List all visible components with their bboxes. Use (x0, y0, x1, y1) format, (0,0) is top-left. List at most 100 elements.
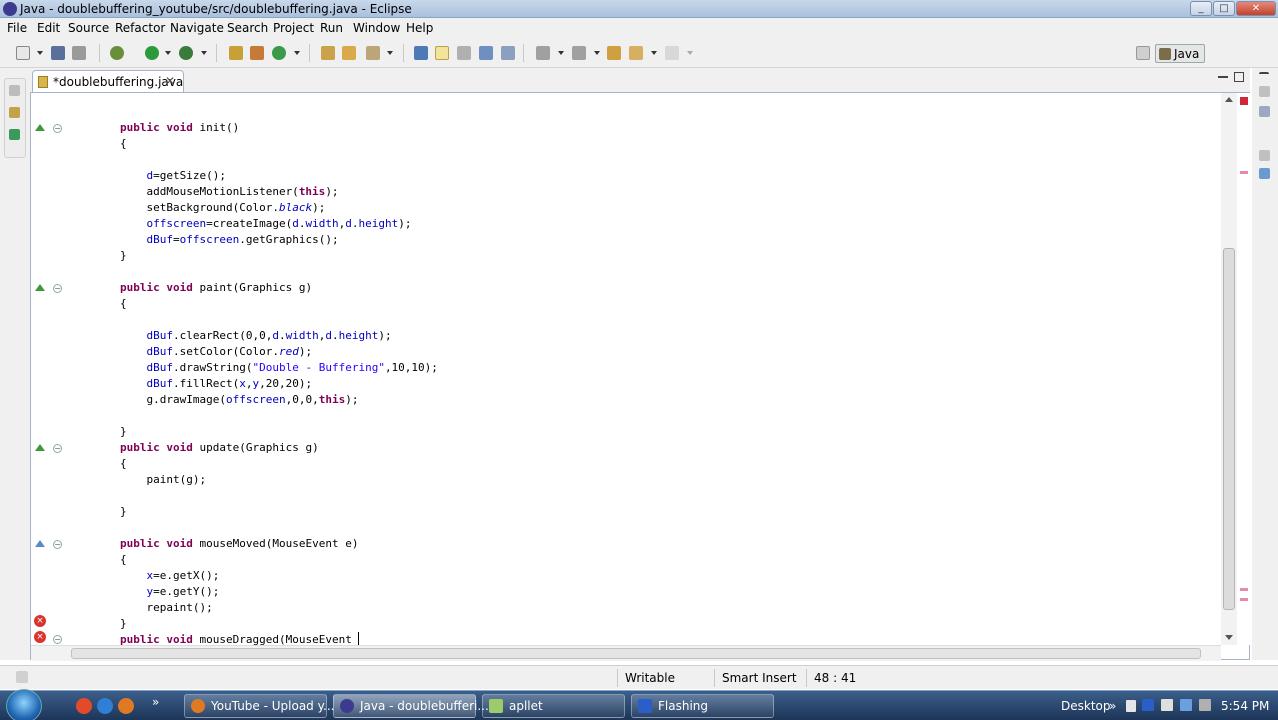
task-list-icon[interactable] (1259, 168, 1270, 179)
code-line[interactable]: public void update(Graphics g) (120, 440, 319, 456)
package-explorer-icon[interactable] (9, 107, 20, 118)
vertical-scroll-thumb[interactable] (1223, 248, 1235, 610)
print-icon[interactable] (72, 46, 86, 60)
editor-tab[interactable]: *doublebuffering.java ✕ (32, 70, 184, 92)
code-line[interactable]: dBuf=offscreen.getGraphics(); (120, 232, 339, 248)
vertical-scrollbar[interactable] (1221, 93, 1237, 645)
minimize-button[interactable]: _ (1190, 1, 1212, 16)
error-summary-icon[interactable] (1240, 97, 1248, 105)
mark-occurrences-icon[interactable] (435, 46, 449, 60)
language-icon[interactable] (1142, 699, 1154, 711)
new-class-icon[interactable] (272, 46, 286, 60)
back-icon[interactable] (629, 46, 643, 60)
scroll-up-icon[interactable] (1225, 97, 1233, 102)
menu-refactor[interactable]: Refactor (115, 21, 165, 35)
code-line[interactable]: setBackground(Color.black); (120, 200, 325, 216)
taskbar-youtube[interactable]: YouTube - Upload y... (184, 694, 334, 718)
code-line[interactable]: y=e.getY(); (120, 584, 220, 600)
code-line[interactable]: } (120, 248, 127, 264)
overview-ruler[interactable] (1237, 93, 1251, 645)
run-dropdown-icon[interactable] (165, 51, 171, 55)
block-selection-icon[interactable] (457, 46, 471, 60)
chrome-icon[interactable] (76, 698, 92, 714)
maximize-editor-icon[interactable] (1234, 72, 1244, 82)
start-button[interactable] (6, 689, 42, 720)
debug-icon[interactable] (110, 46, 124, 60)
new-icon[interactable] (16, 46, 30, 60)
code-line[interactable]: { (120, 456, 127, 472)
code-line[interactable]: } (120, 616, 127, 632)
new-java-project-icon[interactable] (229, 46, 243, 60)
code-line[interactable]: paint(g); (120, 472, 206, 488)
horizontal-scrollbar[interactable] (31, 645, 1221, 661)
restore-view-icon[interactable] (1259, 150, 1270, 161)
minimized-view-stack[interactable] (4, 78, 26, 158)
network-icon[interactable] (1180, 699, 1192, 711)
maximize-button[interactable]: □ (1213, 1, 1235, 16)
error-marker-icon[interactable]: × (34, 615, 46, 627)
java-perspective-button[interactable]: Java (1155, 44, 1205, 63)
code-line[interactable]: { (120, 296, 127, 312)
tab-close-icon[interactable]: ✕ (165, 74, 175, 88)
previous-annotation-dropdown-icon[interactable] (594, 51, 600, 55)
new-package-icon[interactable] (250, 46, 264, 60)
external-tools-dropdown-icon[interactable] (201, 51, 207, 55)
new-dropdown-icon[interactable] (37, 51, 43, 55)
tray-chevron-icon[interactable] (1126, 700, 1136, 712)
error-annotation-mark[interactable] (1240, 171, 1248, 174)
next-annotation-dropdown-icon[interactable] (558, 51, 564, 55)
show-source-icon[interactable] (479, 46, 493, 60)
horizontal-scroll-thumb[interactable] (71, 648, 1201, 659)
code-line[interactable]: x=e.getX(); (120, 568, 220, 584)
external-tools-icon[interactable] (179, 46, 193, 60)
show-whitespace-icon[interactable] (501, 46, 515, 60)
minimize-editor-icon[interactable] (1218, 76, 1228, 78)
scroll-down-icon[interactable] (1225, 635, 1233, 640)
restore-view-icon[interactable] (1259, 86, 1270, 97)
search-icon[interactable] (366, 46, 380, 60)
internet-explorer-icon[interactable] (97, 698, 113, 714)
menu-project[interactable]: Project (273, 21, 314, 35)
code-line[interactable]: } (120, 504, 127, 520)
taskbar-applet[interactable]: Flashing (631, 694, 774, 718)
code-editor[interactable]: − − − − × × − public void init(){ d=getS… (30, 92, 1251, 661)
menu-search[interactable]: Search (227, 21, 268, 35)
search-dropdown-icon[interactable] (387, 51, 393, 55)
menu-run[interactable]: Run (320, 21, 343, 35)
error-annotation-mark[interactable] (1240, 598, 1248, 601)
fast-view-icon[interactable] (16, 671, 28, 683)
code-line[interactable]: dBuf.setColor(Color.red); (120, 344, 313, 360)
menu-source[interactable]: Source (68, 21, 109, 35)
menu-help[interactable]: Help (406, 21, 433, 35)
code-line[interactable]: d=getSize(); (120, 168, 226, 184)
open-type-icon[interactable] (321, 46, 335, 60)
code-text-area[interactable]: public void init(){ d=getSize(); addMous… (61, 93, 1221, 646)
toolbar-overflow-icon[interactable]: » (1109, 699, 1116, 713)
restore-icon[interactable] (9, 85, 20, 96)
last-edit-location-icon[interactable] (607, 46, 621, 60)
code-line[interactable]: { (120, 136, 127, 152)
firefox-icon[interactable] (118, 698, 134, 714)
code-line[interactable]: dBuf.drawString("Double - Buffering",10,… (120, 360, 438, 376)
open-perspective-icon[interactable] (1136, 46, 1150, 60)
code-line[interactable]: dBuf.fillRect(x,y,20,20); (120, 376, 313, 392)
back-dropdown-icon[interactable] (651, 51, 657, 55)
code-line[interactable]: offscreen=createImage(d.width,d.height); (120, 216, 412, 232)
display-icon[interactable] (1199, 699, 1211, 711)
taskbar-eclipse[interactable]: Java - doublebufferi... (333, 694, 489, 718)
code-line[interactable]: { (120, 552, 127, 568)
new-class-dropdown-icon[interactable] (294, 51, 300, 55)
open-task-icon[interactable] (342, 46, 356, 60)
code-line[interactable]: repaint(); (120, 600, 212, 616)
forward-icon[interactable] (665, 46, 679, 60)
toggle-breadcrumb-icon[interactable] (414, 46, 428, 60)
taskbar-notepad[interactable]: apllet (482, 694, 625, 718)
save-icon[interactable] (51, 46, 65, 60)
menu-navigate[interactable]: Navigate (170, 21, 224, 35)
minimize-view-icon[interactable] (1259, 72, 1269, 82)
code-line[interactable]: g.drawImage(offscreen,0,0,this); (120, 392, 358, 408)
menu-window[interactable]: Window (353, 21, 400, 35)
code-line[interactable]: addMouseMotionListener(this); (120, 184, 338, 200)
code-line[interactable]: } (120, 424, 127, 440)
error-marker-icon[interactable]: × (34, 631, 46, 643)
